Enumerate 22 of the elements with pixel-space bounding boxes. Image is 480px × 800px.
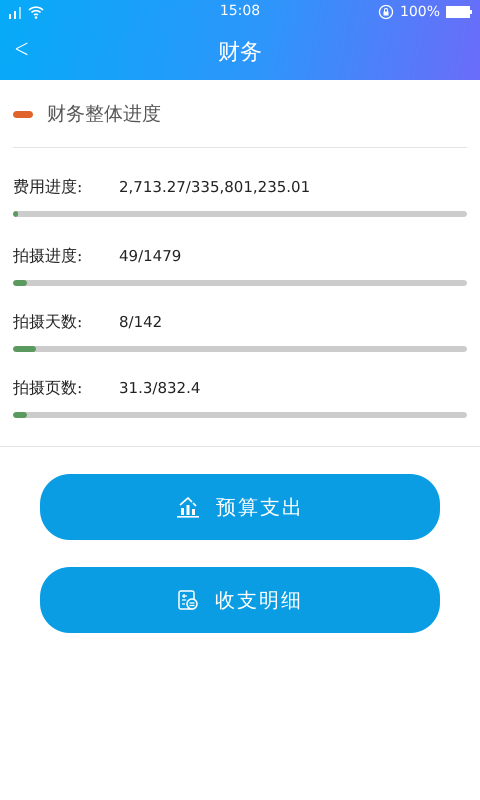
wifi-icon — [28, 6, 44, 18]
progress-value: 2,713.27/335,801,235.01 — [119, 178, 310, 196]
battery-percent: 100% — [400, 4, 440, 20]
progress-value: 49/1479 — [119, 247, 182, 265]
progress-label: 拍摄页数: — [13, 378, 84, 398]
section-marker — [13, 110, 33, 118]
back-button[interactable]: < — [14, 34, 30, 64]
action-button[interactable]: 收支明细 — [40, 567, 440, 633]
progress-label: 拍摄进度: — [13, 246, 84, 266]
signal-icon — [8, 5, 24, 19]
battery-icon — [446, 6, 472, 18]
progress-label: 拍摄天数: — [13, 312, 84, 332]
section-title: 财务整体进度 — [47, 102, 161, 127]
status-time: 15:08 — [220, 3, 260, 19]
page-title: 财务 — [218, 39, 262, 67]
progress-value: 8/142 — [119, 313, 162, 331]
rotation-lock-icon — [378, 4, 394, 20]
progress-value: 31.3/832.4 — [119, 379, 200, 397]
progress-label: 费用进度: — [13, 176, 84, 198]
bar-chart-icon — [176, 496, 200, 518]
action-button[interactable]: 预算支出 — [40, 474, 440, 540]
ledger-icon — [177, 589, 199, 611]
